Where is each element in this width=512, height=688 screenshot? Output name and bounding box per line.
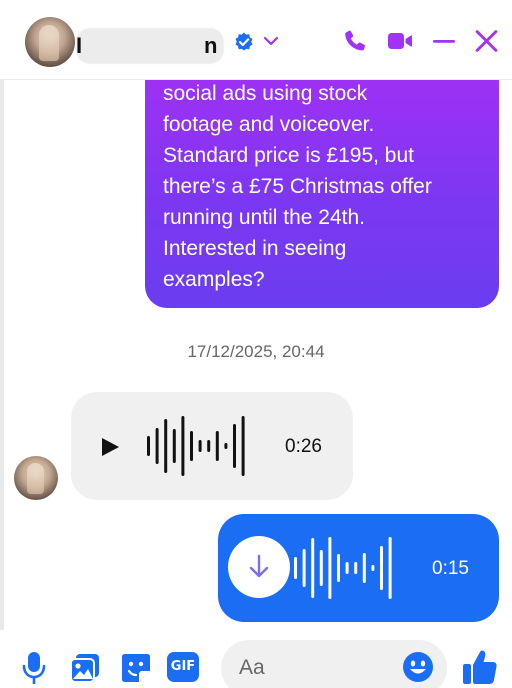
- message-text-line: examples?: [163, 268, 265, 291]
- verified-badge-icon: [235, 32, 253, 51]
- voice-duration: 0:15: [432, 558, 469, 579]
- waveform-bar: [172, 429, 176, 463]
- message-timestamp: 17/12/2025, 20:44: [187, 342, 325, 361]
- message-text-line: footage and voiceover.: [163, 113, 375, 136]
- waveform-bar: [155, 428, 159, 464]
- chat-header: I n: [0, 0, 512, 80]
- waveform-bar: [380, 546, 383, 590]
- waveform-bar: [224, 443, 228, 449]
- outgoing-voice-message[interactable]: 0:15: [218, 514, 499, 622]
- message-text-line: there’s a £75 Christmas offer: [163, 175, 432, 198]
- voice-duration: 0:26: [285, 436, 322, 457]
- incoming-voice-message[interactable]: 0:26: [71, 392, 353, 500]
- message-text-line: social ads using stock: [163, 82, 368, 105]
- contact-name-redacted[interactable]: [76, 28, 224, 64]
- minimize-icon[interactable]: [432, 28, 456, 54]
- waveform-bar: [294, 557, 297, 579]
- waveform-bar: [207, 440, 211, 452]
- waveform-bar: [190, 431, 193, 461]
- phone-icon[interactable]: [342, 28, 368, 54]
- thumbs-up-icon[interactable]: [462, 648, 498, 686]
- message-text-line: running until the 24th.: [163, 206, 365, 229]
- waveform-icon: [294, 537, 392, 599]
- waveform-bar: [164, 419, 168, 473]
- waveform-bar: [345, 562, 349, 574]
- waveform-bar: [311, 538, 315, 598]
- microphone-icon[interactable]: [22, 652, 46, 686]
- close-icon[interactable]: [474, 28, 499, 54]
- chevron-down-icon[interactable]: [262, 32, 280, 50]
- waveform-bar: [233, 424, 236, 468]
- contact-name-end: n: [204, 33, 218, 58]
- video-camera-icon[interactable]: [386, 28, 414, 54]
- waveform-bar: [337, 554, 340, 582]
- waveform-bar: [147, 436, 150, 456]
- photo-icon[interactable]: [69, 652, 101, 684]
- message-text-line: Interested in seeing: [163, 237, 347, 260]
- waveform-icon: [147, 416, 245, 476]
- waveform-bar: [371, 565, 375, 571]
- waveform-bar: [215, 431, 219, 461]
- waveform-bar: [328, 537, 332, 599]
- gif-button[interactable]: GIF: [167, 652, 199, 682]
- play-icon[interactable]: [99, 436, 121, 458]
- waveform-bar: [319, 550, 323, 586]
- waveform-bar: [354, 562, 358, 574]
- waveform-bar: [181, 416, 185, 476]
- download-icon: [249, 554, 269, 578]
- waveform-bar: [302, 549, 306, 587]
- sender-avatar[interactable]: [14, 456, 58, 500]
- message-text-line: Standard price is £195, but: [163, 144, 414, 167]
- contact-name-start: I: [76, 33, 83, 58]
- gif-icon-label: GIF: [170, 659, 196, 674]
- waveform-bar: [241, 416, 245, 476]
- contact-avatar[interactable]: [25, 17, 75, 67]
- emoji-icon[interactable]: [402, 651, 434, 683]
- download-button[interactable]: [228, 536, 290, 598]
- waveform-bar: [388, 537, 392, 599]
- waveform-bar: [362, 553, 366, 583]
- sticker-icon[interactable]: [120, 652, 152, 684]
- outgoing-message-bubble[interactable]: social ads using stock footage and voice…: [145, 60, 499, 308]
- waveform-bar: [198, 440, 202, 452]
